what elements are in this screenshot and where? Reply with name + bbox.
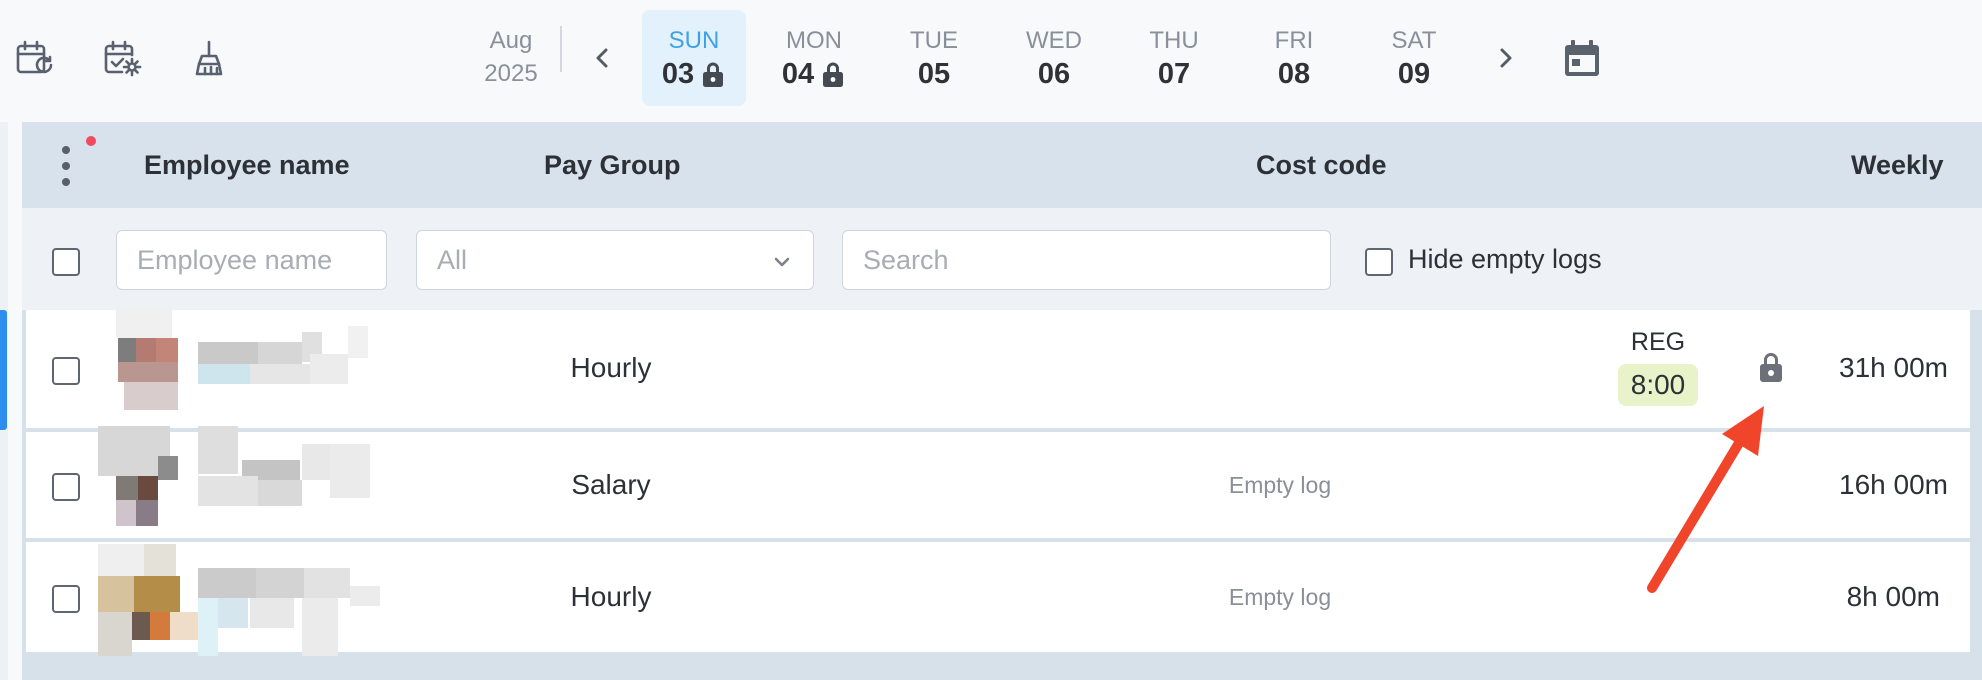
year-label: 2025 (484, 60, 538, 87)
entry-code: REG (1630, 328, 1686, 356)
day-number: 08 (1277, 58, 1311, 90)
annotation-arrow (1647, 406, 1764, 593)
day-name: WED (1026, 27, 1082, 54)
header-employee-name[interactable]: Employee name (144, 150, 350, 181)
hide-empty-logs-label[interactable]: Hide empty logs (1408, 244, 1602, 275)
day-name: SUN (668, 27, 720, 54)
row-checkbox[interactable] (52, 585, 80, 613)
hide-empty-logs-checkbox[interactable] (1365, 248, 1393, 276)
day-name: TUE (910, 27, 958, 54)
row-selection-accent (0, 310, 7, 430)
calendar-icon[interactable] (1562, 37, 1602, 79)
calendar-settings-icon[interactable] (102, 38, 142, 78)
month-year-label: Aug 2025 (478, 24, 544, 90)
day-number-wrap: 03 (642, 56, 746, 92)
day-number: 06 (1037, 58, 1071, 90)
divider (560, 26, 562, 72)
chevron-left-icon[interactable] (584, 38, 620, 78)
employee-name-redacted (98, 306, 402, 424)
header-weekly[interactable]: Weekly (1851, 150, 1944, 181)
calendar-refresh-icon[interactable] (14, 38, 54, 78)
column-menu-icon[interactable] (54, 142, 78, 190)
chevron-down-icon (771, 249, 793, 271)
day-number-wrap: 09 (1362, 56, 1466, 92)
day-name: SAT (1391, 27, 1437, 54)
month-label: Aug (489, 27, 533, 54)
day-number-wrap: 08 (1242, 56, 1346, 92)
weekly-total: 16h 00m (1839, 469, 1948, 500)
pay-group-select[interactable]: All (416, 230, 814, 290)
lock-icon (700, 60, 726, 88)
pay-group-cell: Hourly (570, 352, 652, 383)
search-placeholder: Search (863, 244, 949, 275)
day-name: THU (1149, 27, 1199, 54)
empty-log-label: Empty log (1228, 472, 1332, 498)
lock-icon (820, 60, 846, 88)
day-number: 03 (661, 58, 695, 90)
select-all-checkbox[interactable] (52, 248, 80, 276)
day-number-wrap: 07 (1122, 56, 1226, 92)
day-mon[interactable]: MON 04 (762, 10, 866, 106)
notification-dot (86, 136, 96, 146)
row-checkbox[interactable] (52, 357, 80, 385)
day-name: FRI (1274, 27, 1314, 54)
employee-name-placeholder: Employee name (137, 244, 333, 275)
weekly-total: 8h 00m (1846, 581, 1940, 612)
day-tue[interactable]: TUE 05 (882, 10, 986, 106)
day-number: 07 (1157, 58, 1191, 90)
header-cost-code[interactable]: Cost code (1256, 150, 1387, 181)
day-fri[interactable]: FRI 08 (1242, 10, 1346, 106)
day-number-wrap: 05 (882, 56, 986, 92)
employee-name-redacted (98, 420, 402, 526)
broom-icon[interactable] (190, 38, 230, 78)
pay-group-selected: All (437, 244, 468, 275)
day-wed[interactable]: WED 06 (1002, 10, 1106, 106)
day-sat[interactable]: SAT 09 (1362, 10, 1466, 106)
day-number-wrap: 06 (1002, 56, 1106, 92)
day-name: MON (786, 27, 842, 54)
cost-code-search-input[interactable]: Search (842, 230, 1331, 290)
day-number: 09 (1397, 58, 1431, 90)
day-sun[interactable]: SUN 03 (642, 10, 746, 106)
empty-log-label: Empty log (1228, 584, 1332, 610)
header-pay-group[interactable]: Pay Group (544, 150, 681, 181)
pay-group-cell: Salary (571, 469, 651, 500)
top-toolbar: Aug 2025 SUN 03 MON 04 TUE 05 WED 06 THU 07 FRI 08 S… (0, 0, 1982, 122)
day-thu[interactable]: THU 07 (1122, 10, 1226, 106)
chevron-right-icon[interactable] (1488, 38, 1524, 78)
pay-group-cell: Hourly (570, 581, 652, 612)
row-checkbox[interactable] (52, 473, 80, 501)
lock-icon (1756, 350, 1786, 384)
day-number: 04 (781, 58, 815, 90)
employee-name-filter[interactable]: Employee name (116, 230, 387, 290)
day-number-wrap: 04 (762, 56, 866, 92)
employee-name-redacted (98, 532, 402, 656)
day-number: 05 (917, 58, 951, 90)
weekly-total: 31h 00m (1839, 352, 1948, 383)
